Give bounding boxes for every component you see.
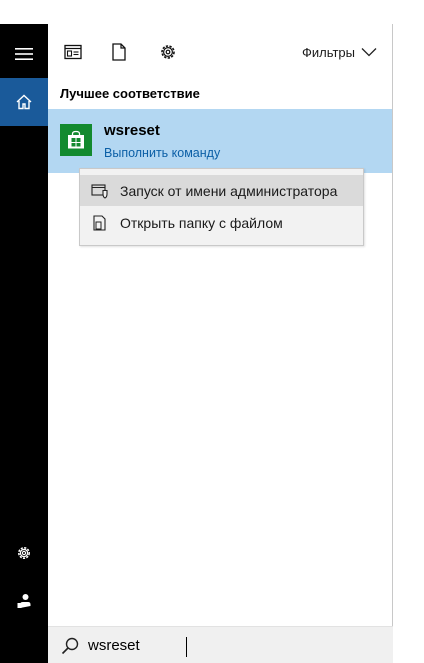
apps-icon [64, 44, 82, 60]
search-icon [61, 637, 79, 655]
hamburger-menu-button[interactable] [0, 30, 48, 78]
document-icon [112, 43, 126, 61]
text-caret [186, 637, 187, 657]
settings-filter-button[interactable] [154, 38, 182, 66]
settings-icon [161, 45, 175, 59]
search-input[interactable] [88, 633, 378, 657]
app-tile [60, 124, 92, 156]
search-results-panel: Фильтры Лучшее соответствие wsreset Выпо… [48, 24, 393, 663]
context-menu: Запуск от имени администратора Открыть п… [79, 168, 364, 246]
rail-settings-button[interactable] [0, 529, 48, 577]
open-file-location-label: Открыть папку с файлом [120, 214, 283, 231]
settings-icon [18, 547, 30, 559]
filters-dropdown[interactable]: Фильтры [302, 42, 377, 62]
results-toolbar: Фильтры [48, 24, 392, 80]
apps-filter-button[interactable] [59, 38, 87, 66]
best-match-heading: Лучшее соответствие [60, 86, 200, 101]
hamburger-menu-icon [15, 48, 33, 60]
documents-filter-button[interactable] [105, 38, 133, 66]
run-as-admin-label: Запуск от имени администратора [120, 182, 338, 199]
start-search-window: Фильтры Лучшее соответствие wsreset Выпо… [0, 0, 424, 663]
store-bag-icon [68, 130, 84, 149]
open-file-location-menu-item[interactable]: Открыть папку с файлом [80, 207, 363, 238]
search-bar[interactable] [48, 626, 393, 663]
chevron-down-icon [361, 48, 377, 57]
admin-shield-icon [80, 175, 120, 206]
rail-user-button[interactable] [0, 577, 48, 625]
home-button[interactable] [0, 78, 48, 126]
run-as-admin-menu-item[interactable]: Запуск от имени администратора [80, 175, 363, 206]
app-subtitle: Выполнить команду [104, 146, 221, 160]
home-icon [16, 94, 32, 110]
best-match-result[interactable]: wsreset Выполнить команду [48, 109, 392, 173]
filters-label: Фильтры [301, 44, 355, 60]
left-rail [0, 24, 48, 663]
app-name: wsreset [104, 122, 160, 139]
open-folder-icon [80, 207, 120, 238]
user-icon [17, 594, 31, 608]
